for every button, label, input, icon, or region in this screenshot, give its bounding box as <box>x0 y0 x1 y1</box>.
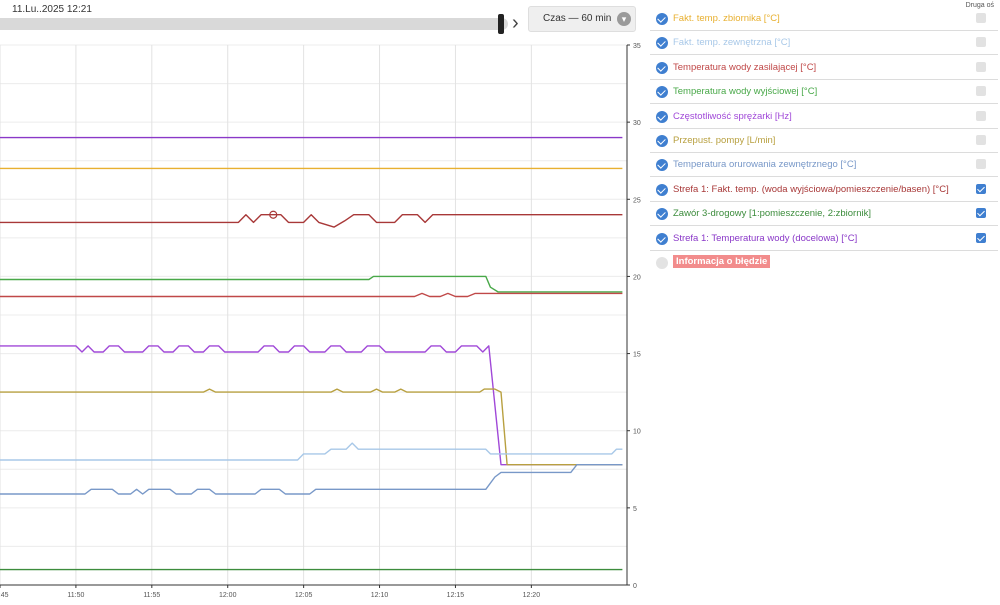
y-tick-label: 30 <box>633 120 641 127</box>
second-axis-checkbox[interactable] <box>976 13 986 23</box>
chart-axes: 0 5 10 15 20 25 30 35 11:45 11:50 11:55 12:00 12:05 1… <box>0 43 641 599</box>
second-axis-checkbox[interactable] <box>976 232 986 243</box>
legend-item[interactable]: Przepust. pompy [L/min] <box>650 129 998 153</box>
y-tick-label: 10 <box>633 429 641 436</box>
error-info-label: Informacja o błędzie <box>673 255 771 268</box>
legend-item[interactable]: Strefa 1: Temperatura wody (docelowa) [°… <box>650 227 998 251</box>
legend-item-label: Przepust. pompy [L/min] <box>673 135 776 146</box>
chevron-down-icon: ▾ <box>617 12 631 26</box>
time-range-dropdown[interactable]: Czas — 60 min ▾ <box>528 6 636 32</box>
legend-item[interactable]: Fakt. temp. zbiornika [°C] <box>650 7 998 31</box>
chart-toolbar: 11.Lu..2025 12:21 › Czas — 60 min ▾ <box>0 0 648 40</box>
visibility-check-icon[interactable] <box>656 37 668 50</box>
legend-item-label: Zawór 3-drogowy [1:pomieszczenie, 2:zbio… <box>673 208 872 220</box>
legend-item-label: Strefa 1: Fakt. temp. (woda wyjściowa/po… <box>673 183 949 195</box>
legend-item-label: Temperatura orurowania zewnętrznego [°C] <box>673 159 857 171</box>
scrollbar-handle[interactable] <box>498 14 504 34</box>
series-line <box>0 292 623 298</box>
series-line <box>0 442 623 461</box>
series-line <box>0 345 623 466</box>
legend-item[interactable]: Zawór 3-drogowy [1:pomieszczenie, 2:zbio… <box>650 202 998 227</box>
visibility-check-icon[interactable] <box>656 110 668 123</box>
y-tick-label: 20 <box>633 274 641 281</box>
second-axis-checkbox[interactable] <box>976 135 986 145</box>
legend-item-label: Fakt. temp. zbiornika [°C] <box>673 13 780 24</box>
y-tick-label: 25 <box>633 197 641 204</box>
second-axis-checkbox[interactable] <box>976 110 986 121</box>
legend-item[interactable]: Temperatura orurowania zewnętrznego [°C] <box>650 153 998 178</box>
visibility-check-icon[interactable] <box>656 13 668 25</box>
legend-item[interactable]: Fakt. temp. zewnętrzna [°C] <box>650 31 998 56</box>
x-tick-label: 12:05 <box>295 592 313 599</box>
visibility-check-icon[interactable] <box>656 208 668 221</box>
x-tick-label: 11:45 <box>0 592 9 599</box>
second-axis-checkbox[interactable] <box>976 183 986 194</box>
legend-item[interactable]: Częstotliwość sprężarki [Hz] <box>650 105 998 129</box>
legend-item-label: Częstotliwość sprężarki [Hz] <box>673 110 792 122</box>
x-tick-label: 12:20 <box>523 592 541 599</box>
second-axis-checkbox[interactable] <box>976 159 986 170</box>
y-tick-label: 35 <box>633 43 641 50</box>
legend-item-label: Strefa 1: Temperatura wody (docelowa) [°… <box>673 232 858 244</box>
series-line <box>0 214 623 228</box>
legend-item-label: Temperatura wody wyjściowej [°C] <box>673 86 818 98</box>
time-scrollbar[interactable] <box>0 18 508 30</box>
y-tick-label: 15 <box>633 352 641 359</box>
y-tick-label: 5 <box>633 506 637 513</box>
visibility-check-icon[interactable] <box>656 61 668 74</box>
time-range-label: Czas — 60 min <box>543 13 612 24</box>
visibility-check-icon[interactable] <box>656 232 668 245</box>
visibility-check-icon[interactable] <box>656 86 668 99</box>
x-tick-label: 11:50 <box>67 592 84 599</box>
legend-item[interactable]: Temperatura wody wyjściowej [°C] <box>650 80 998 105</box>
legend-item-label: Temperatura wody zasilającej [°C] <box>673 61 817 73</box>
visibility-check-icon[interactable] <box>656 159 668 172</box>
series-line <box>0 275 623 293</box>
second-axis-checkbox[interactable] <box>976 86 986 97</box>
chart-grid <box>0 44 627 586</box>
second-axis-checkbox[interactable] <box>976 37 986 48</box>
x-tick-label: 12:00 <box>219 592 237 599</box>
timestamp-label: 11.Lu..2025 12:21 <box>12 4 92 15</box>
legend-panel: Druga oś Fakt. temp. zbiornika [°C] Fakt.… <box>650 0 1000 605</box>
chevron-right-icon[interactable]: › <box>512 13 526 35</box>
visibility-check-icon[interactable] <box>656 183 668 196</box>
x-tick-label: 12:15 <box>447 592 465 599</box>
legend-item-label: Fakt. temp. zewnętrzna [°C] <box>673 37 791 49</box>
second-axis-checkbox[interactable] <box>976 208 986 219</box>
legend-item[interactable]: Temperatura wody zasilającej [°C] <box>650 56 998 80</box>
x-tick-label: 12:10 <box>371 592 389 599</box>
visibility-check-icon[interactable] <box>656 257 668 269</box>
legend-item[interactable]: Strefa 1: Fakt. temp. (woda wyjściowa/po… <box>650 178 998 202</box>
line-chart: 0 5 10 15 20 25 30 35 11:45 11:50 11:55 12:00 12:05 1… <box>0 43 641 599</box>
legend-item-error[interactable]: Informacja o błędzie <box>650 251 998 275</box>
visibility-check-icon[interactable] <box>656 135 668 147</box>
second-axis-checkbox[interactable] <box>976 61 986 72</box>
y-tick-label: 0 <box>633 583 637 590</box>
x-tick-label: 11:55 <box>143 592 160 599</box>
